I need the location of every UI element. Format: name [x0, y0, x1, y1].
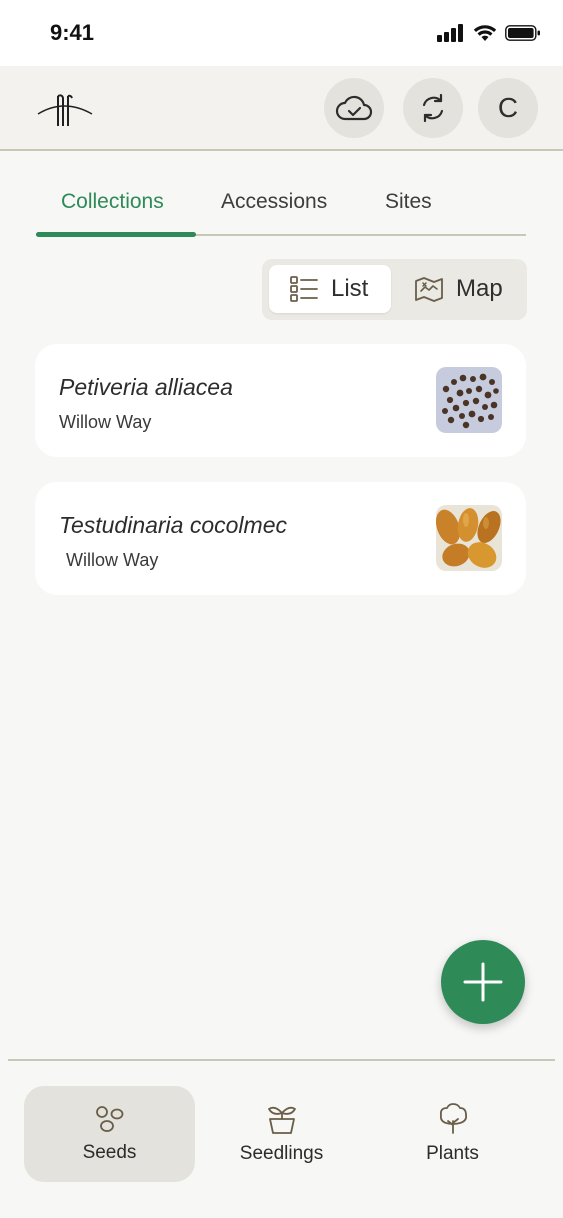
tab-collections[interactable]: Collections [61, 186, 164, 234]
nav-item-plants[interactable]: Plants [367, 1086, 538, 1182]
refresh-icon [422, 93, 444, 123]
nav-seedlings-label: Seedlings [239, 1143, 324, 1164]
tab-sites[interactable]: Sites [385, 186, 432, 234]
list-icon [290, 276, 318, 302]
nav-seeds-label: Seeds [82, 1142, 137, 1163]
map-icon [415, 277, 443, 302]
tab-sites-label: Sites [385, 190, 432, 213]
seed-photo-thumbnail [436, 505, 502, 571]
list-view-button[interactable]: List [269, 265, 391, 313]
map-view-button[interactable]: Map [410, 265, 520, 313]
plus-icon [463, 962, 503, 1002]
nav-item-seeds[interactable]: Seeds [24, 1086, 195, 1182]
tab-collections-label: Collections [61, 190, 164, 213]
collection-species: Petiveria alliacea [59, 374, 233, 400]
wifi-icon [473, 25, 497, 41]
collection-card[interactable]: Petiveria alliacea Willow Way [35, 344, 526, 457]
status-time: 9:41 [50, 20, 95, 45]
cloud-sync-status-button[interactable] [324, 78, 384, 138]
seed-photo-thumbnail [436, 367, 502, 433]
active-tab-indicator [36, 232, 196, 237]
app-logo-icon [37, 94, 93, 126]
status-icons [437, 24, 541, 42]
refresh-button[interactable] [403, 78, 463, 138]
tab-accessions[interactable]: Accessions [221, 186, 327, 234]
seed-photo-dark-seeds [436, 367, 502, 433]
tab-bar: Collections Accessions Sites [36, 186, 526, 237]
bottom-nav: Seeds Seedlings Plants [0, 1061, 563, 1218]
add-collection-button[interactable] [441, 940, 525, 1024]
status-bar: 9:41 [0, 0, 563, 66]
collection-site: Willow Way [66, 550, 159, 570]
nav-item-seedlings[interactable]: Seedlings [196, 1086, 367, 1182]
list-view-label: List [331, 275, 369, 302]
seed-photo-orange-seeds [436, 505, 502, 571]
view-toggle: List Map [262, 259, 527, 320]
collection-species: Testudinaria cocolmec [59, 512, 287, 538]
battery-icon [505, 25, 540, 41]
cloud-check-icon [335, 95, 373, 121]
cellular-signal-icon [437, 24, 463, 42]
collection-card[interactable]: Testudinaria cocolmec Willow Way [35, 482, 526, 595]
collection-site: Willow Way [59, 412, 152, 432]
tree-icon [439, 1103, 467, 1134]
seedling-pot-icon [267, 1106, 296, 1134]
avatar-initial: C [497, 92, 519, 123]
tab-accessions-label: Accessions [221, 190, 328, 213]
app-header: C [0, 66, 563, 151]
user-avatar-button[interactable]: C [478, 78, 538, 138]
nav-plants-label: Plants [426, 1143, 479, 1164]
seeds-icon [95, 1106, 123, 1132]
map-view-label: Map [456, 275, 503, 302]
